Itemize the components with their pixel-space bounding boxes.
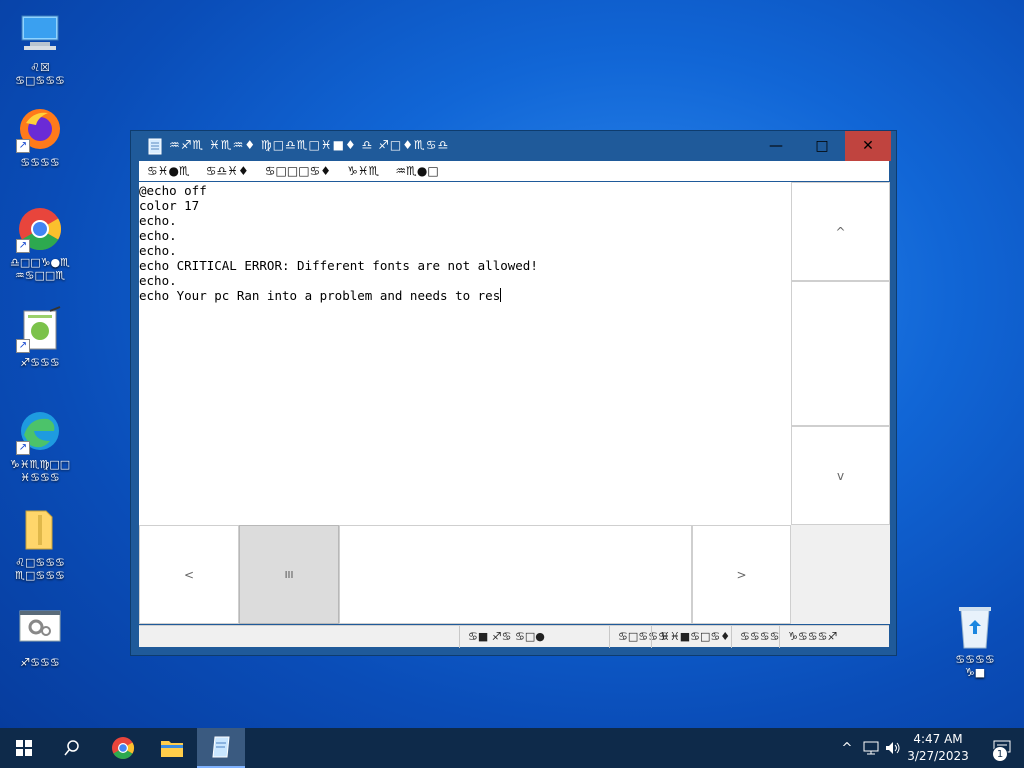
close-button[interactable]: ✕ xyxy=(845,131,891,161)
shortcut-arrow-icon: ↗ xyxy=(16,441,30,455)
chevron-up-icon: ^ xyxy=(835,225,846,239)
notepad-window: ♒♐♏ ♓♏♒♦ ♍□♎♏□♓■♦ ♎ ♐□♦♏♋♎ — □ ✕ ♋♓●♏ ♋♎♓… xyxy=(130,130,897,656)
speaker-icon xyxy=(886,742,900,754)
desktop-icon-firefox[interactable]: ↗ ♋♋♋♋ xyxy=(0,105,80,169)
text-caret xyxy=(500,288,502,302)
folder-icon xyxy=(16,505,64,553)
taskbar: ^ 4:47 AM 3/27/2023 1 xyxy=(0,728,1024,768)
menu-help[interactable]: ♒♏●□ xyxy=(387,161,446,181)
horizontal-scroll-track[interactable] xyxy=(339,525,692,624)
clock-time: 4:47 AM xyxy=(913,732,963,746)
menu-bar: ♋♓●♏ ♋♎♓♦ ♋□□□♋♦ ♑♓♏ ♒♏●□ xyxy=(139,161,889,181)
file-explorer-icon xyxy=(161,741,183,757)
start-button[interactable] xyxy=(0,728,48,768)
desktop-icon-notepadpp[interactable]: ↗ ♐♋♋♋ xyxy=(0,305,80,369)
desktop-icon-edge[interactable]: ↗ ♑♓♏♍□□ ♓♋♋♋ xyxy=(0,407,80,484)
status-line-ending: ♓♓■♋□♋♦ xyxy=(651,626,739,648)
scroll-left-button[interactable]: < xyxy=(139,525,239,624)
desktop-icon-label: ♎□□♑●♏ ♒♋□□♏ xyxy=(10,256,70,282)
desktop-icon-label: ♐♋♋♋ xyxy=(20,356,60,369)
firefox-icon: ↗ xyxy=(16,105,64,153)
text-editor[interactable]: @echo off color 17 echo. echo. echo. ech… xyxy=(139,182,791,525)
vertical-scroll-track[interactable] xyxy=(791,281,890,426)
desktop-icon-folder[interactable]: ♌□♋♋♋ ♏□♋♋♋ xyxy=(0,505,80,582)
chrome-icon xyxy=(112,737,134,759)
desktop-icon-label: ♑♓♏♍□□ ♓♋♋♋ xyxy=(9,458,71,484)
desktop-icon-label: ♐♋♋♋ xyxy=(20,656,60,669)
status-encoding-a: ♋♋♋♋ xyxy=(731,626,779,648)
horizontal-scroll-thumb[interactable]: III xyxy=(239,525,339,624)
notepad-plus-plus-icon: ↗ xyxy=(16,305,64,353)
shortcut-arrow-icon: ↗ xyxy=(16,139,30,153)
taskbar-clock[interactable]: 4:47 AM 3/27/2023 xyxy=(906,731,970,765)
editor-line: color 17 xyxy=(139,198,200,213)
taskbar-notepad[interactable] xyxy=(197,728,245,768)
desktop-icon-label: ♌☒ ♋□♋♋♋ xyxy=(15,61,65,87)
network-icon xyxy=(863,741,879,755)
status-position: ♋■ ♐♋ ♋□● xyxy=(459,626,589,648)
search-icon xyxy=(64,740,79,756)
scroll-up-button[interactable]: ^ xyxy=(791,182,890,281)
status-encoding-b: ♑♋♋♋♐ xyxy=(779,626,879,648)
recycle-bin-icon xyxy=(951,602,999,650)
editor-line: @echo off xyxy=(139,183,207,198)
shortcut-arrow-icon: ↗ xyxy=(16,339,30,353)
minimize-button[interactable]: — xyxy=(753,131,799,161)
window-title-bar[interactable]: ♒♐♏ ♓♏♒♦ ♍□♎♏□♓■♦ ♎ ♐□♦♏♋♎ — □ ✕ xyxy=(131,131,896,161)
menu-file[interactable]: ♋♓●♏ xyxy=(139,161,198,181)
windows-logo-icon xyxy=(16,740,32,756)
editor-line: echo. xyxy=(139,228,177,243)
menu-edit[interactable]: ♋♎♓♦ xyxy=(198,161,257,181)
desktop-icon-recycle-bin[interactable]: ♋♋♋♋ ♑■ xyxy=(935,602,1015,679)
tray-overflow-button[interactable]: ^ xyxy=(836,728,858,768)
chevron-up-icon: ^ xyxy=(841,740,853,756)
status-bar: ♋■ ♐♋ ♋□● ♋□♋♋♋ ♓♓■♋□♋♦ ♋♋♋♋ ♑♋♋♋♐ xyxy=(139,625,889,648)
maximize-button[interactable]: □ xyxy=(799,131,845,161)
desktop-icon-settings-app[interactable]: ♐♋♋♋ xyxy=(0,605,80,669)
computer-icon xyxy=(16,10,64,58)
thumb-grip-icon: III xyxy=(284,570,294,581)
taskbar-file-explorer[interactable] xyxy=(148,728,196,768)
scrollbar-corner xyxy=(791,525,890,624)
scroll-down-button[interactable]: v xyxy=(791,426,890,525)
desktop-icon-label: ♋♋♋♋ ♑■ xyxy=(955,653,995,679)
editor-line: echo. xyxy=(139,243,177,258)
desktop-icon-chrome[interactable]: ↗ ♎□□♑●♏ ♒♋□□♏ xyxy=(0,205,80,282)
vertical-scrollbar[interactable]: ^ v xyxy=(791,182,890,525)
gear-window-icon xyxy=(16,605,64,653)
chevron-down-icon: v xyxy=(836,469,845,483)
edge-icon: ↗ xyxy=(16,407,64,455)
taskbar-chrome[interactable] xyxy=(99,728,147,768)
notepad-icon xyxy=(212,736,230,758)
network-button[interactable] xyxy=(860,728,882,768)
menu-view[interactable]: ♑♓♏ xyxy=(339,161,387,181)
menu-format[interactable]: ♋□□□♋♦ xyxy=(257,161,339,181)
editor-line: echo Your pc Ran into a problem and need… xyxy=(139,288,501,303)
status-zoom: ♋□♋♋♋ xyxy=(609,626,668,648)
search-button[interactable] xyxy=(48,728,96,768)
editor-text[interactable]: @echo off color 17 echo. echo. echo. ech… xyxy=(139,182,791,303)
scroll-right-button[interactable]: > xyxy=(692,525,791,624)
volume-button[interactable] xyxy=(882,728,904,768)
shortcut-arrow-icon: ↗ xyxy=(16,239,30,253)
editor-line: echo CRITICAL ERROR: Different fonts are… xyxy=(139,258,538,273)
desktop-icon-label: ♋♋♋♋ xyxy=(20,156,60,169)
chevron-left-icon: < xyxy=(183,568,195,582)
editor-line: echo. xyxy=(139,213,177,228)
window-title: ♒♐♏ ♓♏♒♦ ♍□♎♏□♓■♦ ♎ ♐□♦♏♋♎ xyxy=(169,138,450,152)
editor-line: echo. xyxy=(139,273,177,288)
chrome-icon: ↗ xyxy=(16,205,64,253)
notification-count-badge: 1 xyxy=(992,746,1008,762)
desktop-icon-label: ♌□♋♋♋ ♏□♋♋♋ xyxy=(15,556,65,582)
horizontal-scrollbar[interactable]: < III > xyxy=(139,525,791,624)
notepad-icon xyxy=(147,137,163,159)
clock-date: 3/27/2023 xyxy=(907,749,969,763)
desktop-icon-this-pc[interactable]: ♌☒ ♋□♋♋♋ xyxy=(0,10,80,87)
chevron-right-icon: > xyxy=(736,568,747,582)
